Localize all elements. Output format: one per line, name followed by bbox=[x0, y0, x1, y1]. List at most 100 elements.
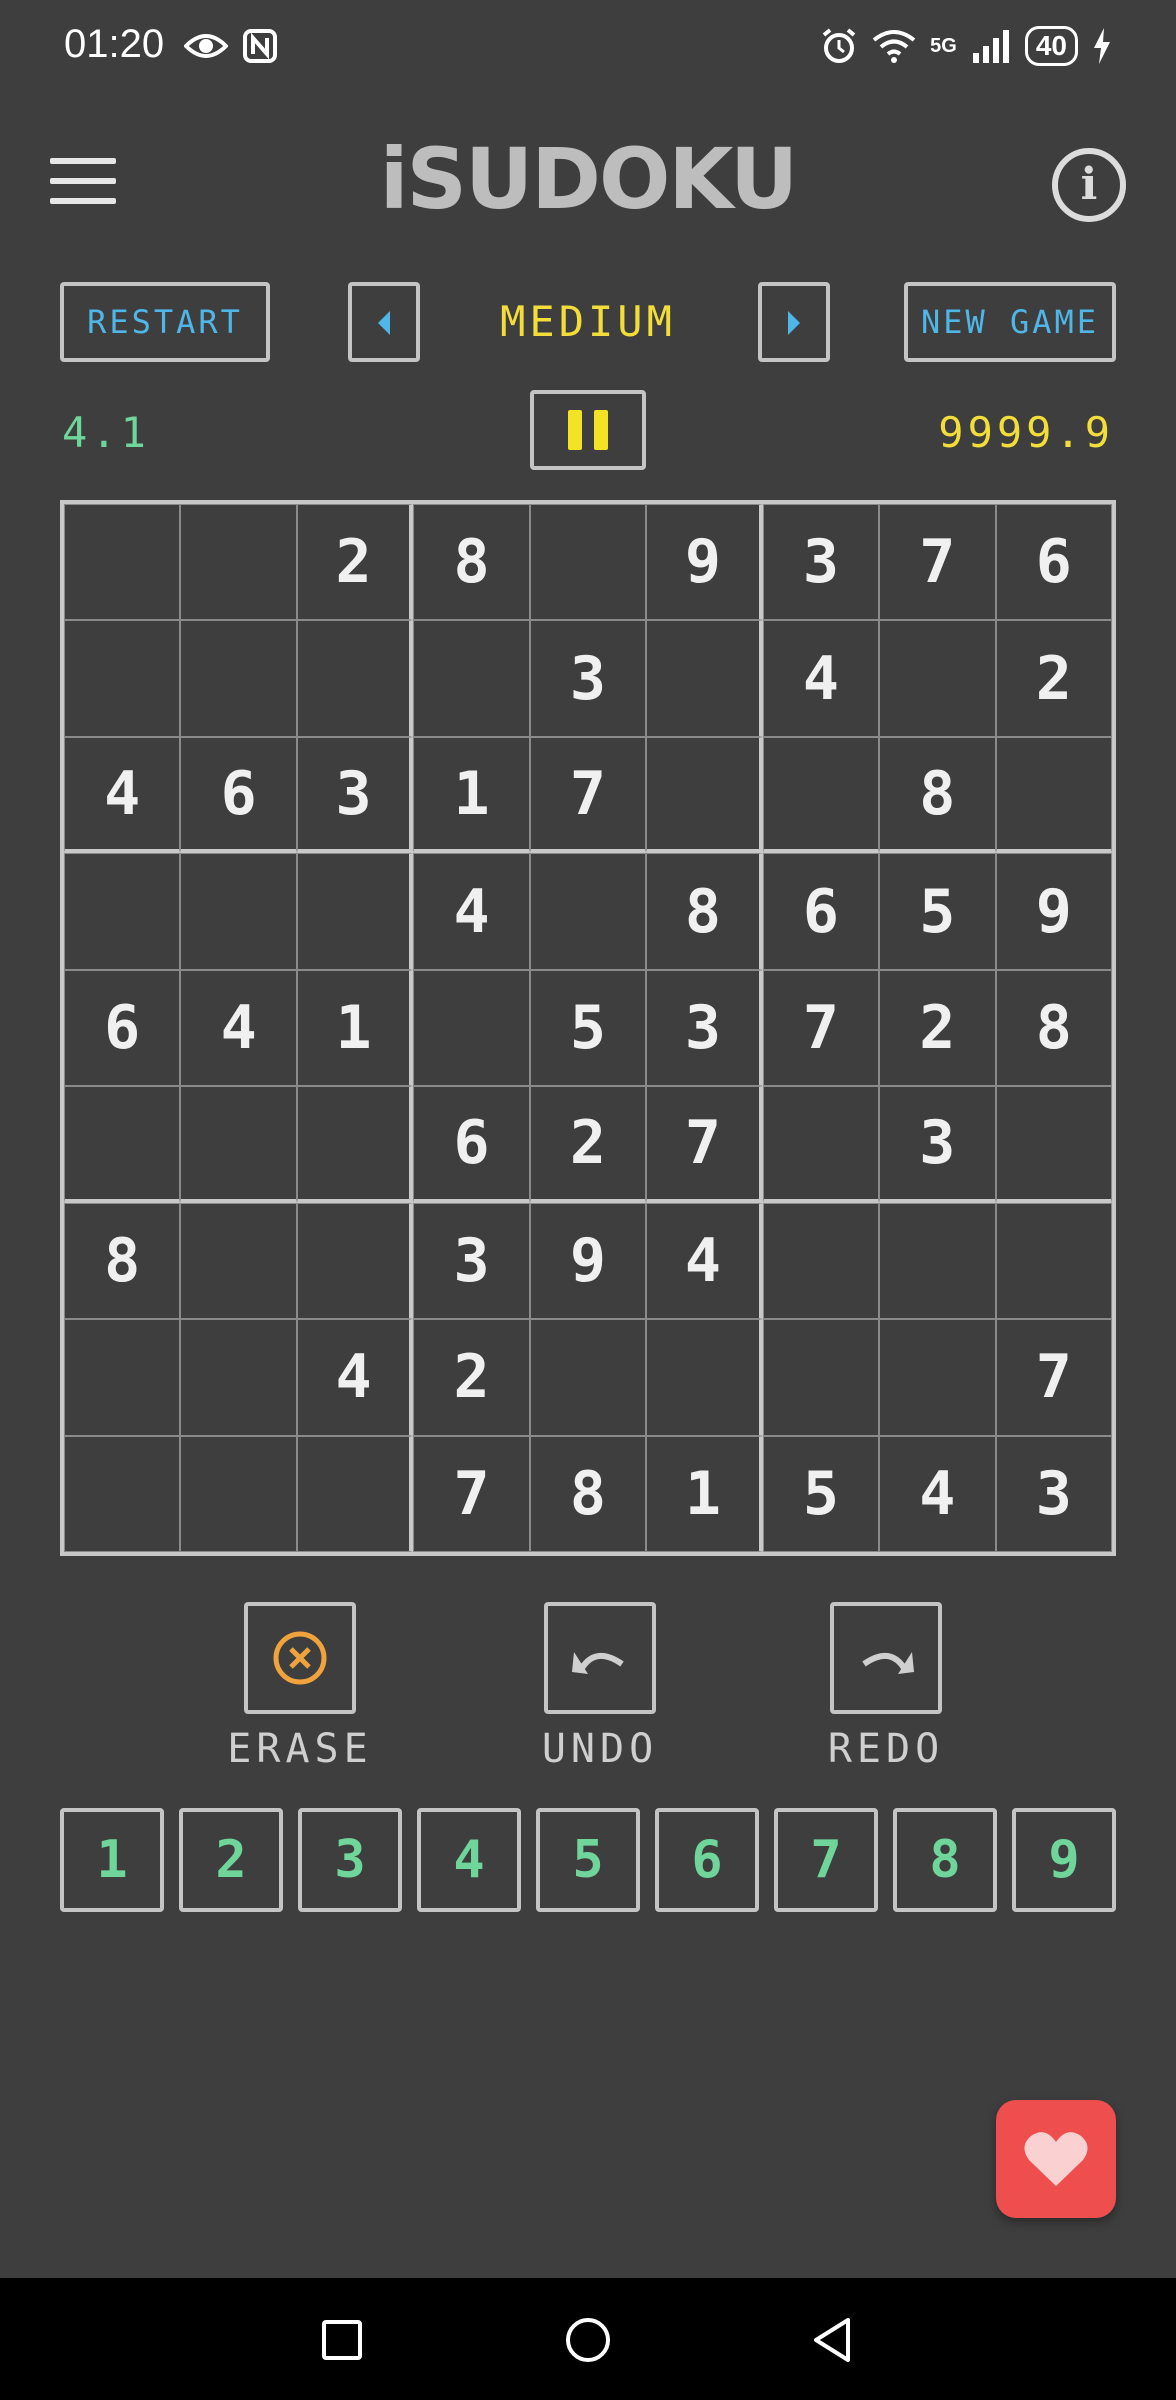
board-cell[interactable] bbox=[762, 1319, 880, 1436]
board-cell[interactable]: 6 bbox=[180, 736, 297, 854]
board-cell[interactable]: 3 bbox=[413, 1202, 530, 1320]
erase-button[interactable] bbox=[244, 1602, 356, 1714]
board-cell[interactable] bbox=[64, 1086, 181, 1203]
board-cell[interactable]: 4 bbox=[413, 853, 530, 970]
board-cell[interactable]: 3 bbox=[529, 620, 647, 737]
board-cell[interactable] bbox=[646, 620, 763, 737]
board-cell[interactable] bbox=[646, 1319, 763, 1436]
board-cell[interactable]: 4 bbox=[646, 1202, 763, 1320]
board-cell[interactable] bbox=[646, 736, 763, 854]
board-cell[interactable]: 9 bbox=[529, 1202, 647, 1320]
board-cell[interactable]: 6 bbox=[413, 1086, 530, 1203]
board-cell[interactable] bbox=[296, 853, 414, 970]
board-cell[interactable] bbox=[64, 1319, 181, 1436]
board-cell[interactable] bbox=[64, 853, 181, 970]
new-game-button[interactable]: NEW GAME bbox=[904, 282, 1116, 362]
board-cell[interactable] bbox=[413, 620, 530, 737]
number-key[interactable]: 5 bbox=[536, 1808, 640, 1912]
board-cell[interactable] bbox=[64, 1435, 181, 1552]
board-cell[interactable]: 8 bbox=[879, 736, 996, 854]
board-cell[interactable] bbox=[529, 1319, 647, 1436]
board-cell[interactable]: 2 bbox=[995, 620, 1112, 737]
board-cell[interactable]: 7 bbox=[879, 504, 996, 621]
board-cell[interactable]: 7 bbox=[413, 1435, 530, 1552]
board-cell[interactable]: 5 bbox=[762, 1435, 880, 1552]
number-key[interactable]: 2 bbox=[179, 1808, 283, 1912]
board-cell[interactable]: 4 bbox=[879, 1435, 996, 1552]
board-cell[interactable]: 6 bbox=[64, 969, 181, 1087]
number-key[interactable]: 4 bbox=[417, 1808, 521, 1912]
board-cell[interactable]: 2 bbox=[879, 969, 996, 1087]
board-cell[interactable]: 3 bbox=[296, 736, 414, 854]
number-key[interactable]: 8 bbox=[893, 1808, 997, 1912]
board-cell[interactable] bbox=[995, 1202, 1112, 1320]
board-cell[interactable]: 3 bbox=[995, 1435, 1112, 1552]
board-cell[interactable]: 5 bbox=[529, 969, 647, 1087]
board-cell[interactable] bbox=[529, 504, 647, 621]
board-cell[interactable]: 2 bbox=[529, 1086, 647, 1203]
board-cell[interactable]: 2 bbox=[296, 504, 414, 621]
board-cell[interactable]: 6 bbox=[762, 853, 880, 970]
board-cell[interactable] bbox=[762, 1086, 880, 1203]
board-cell[interactable] bbox=[180, 1202, 297, 1320]
board-cell[interactable]: 3 bbox=[646, 969, 763, 1087]
board-cell[interactable]: 7 bbox=[529, 736, 647, 854]
board-cell[interactable]: 7 bbox=[646, 1086, 763, 1203]
board-cell[interactable]: 5 bbox=[879, 853, 996, 970]
pause-button[interactable] bbox=[530, 390, 646, 470]
board-cell[interactable]: 4 bbox=[64, 736, 181, 854]
info-icon[interactable]: i bbox=[1052, 148, 1126, 222]
board-cell[interactable]: 7 bbox=[995, 1319, 1112, 1436]
next-difficulty-button[interactable] bbox=[758, 282, 830, 362]
board-cell[interactable]: 1 bbox=[646, 1435, 763, 1552]
board-cell[interactable]: 8 bbox=[413, 504, 530, 621]
board-cell[interactable]: 3 bbox=[879, 1086, 996, 1203]
board-cell[interactable]: 1 bbox=[413, 736, 530, 854]
board-cell[interactable] bbox=[180, 504, 297, 621]
board-cell[interactable]: 8 bbox=[646, 853, 763, 970]
board-cell[interactable] bbox=[995, 736, 1112, 854]
board-cell[interactable]: 9 bbox=[995, 853, 1112, 970]
board-cell[interactable] bbox=[879, 1202, 996, 1320]
board-cell[interactable] bbox=[180, 1435, 297, 1552]
home-circle-icon[interactable] bbox=[564, 2316, 612, 2364]
board-cell[interactable] bbox=[296, 1435, 414, 1552]
board-cell[interactable]: 4 bbox=[180, 969, 297, 1087]
restart-button[interactable]: RESTART bbox=[60, 282, 270, 362]
board-cell[interactable] bbox=[64, 620, 181, 737]
board-cell[interactable]: 3 bbox=[762, 504, 880, 621]
redo-button[interactable] bbox=[830, 1602, 942, 1714]
back-triangle-icon[interactable] bbox=[808, 2316, 856, 2364]
board-cell[interactable] bbox=[995, 1086, 1112, 1203]
board-cell[interactable] bbox=[296, 1086, 414, 1203]
board-cell[interactable]: 8 bbox=[529, 1435, 647, 1552]
board-cell[interactable] bbox=[64, 504, 181, 621]
undo-button[interactable] bbox=[544, 1602, 656, 1714]
board-cell[interactable] bbox=[413, 969, 530, 1087]
board-cell[interactable] bbox=[180, 1319, 297, 1436]
number-key[interactable]: 6 bbox=[655, 1808, 759, 1912]
board-cell[interactable] bbox=[762, 1202, 880, 1320]
board-cell[interactable] bbox=[180, 853, 297, 970]
board-cell[interactable]: 1 bbox=[296, 969, 414, 1087]
previous-difficulty-button[interactable] bbox=[348, 282, 420, 362]
number-key[interactable]: 3 bbox=[298, 1808, 402, 1912]
number-key[interactable]: 7 bbox=[774, 1808, 878, 1912]
board-cell[interactable] bbox=[879, 1319, 996, 1436]
board-cell[interactable]: 2 bbox=[413, 1319, 530, 1436]
recents-square-icon[interactable] bbox=[318, 2316, 366, 2364]
board-cell[interactable]: 4 bbox=[762, 620, 880, 737]
board-cell[interactable] bbox=[529, 853, 647, 970]
favorite-button[interactable] bbox=[996, 2100, 1116, 2218]
board-cell[interactable]: 4 bbox=[296, 1319, 414, 1436]
board-cell[interactable] bbox=[762, 736, 880, 854]
number-key[interactable]: 9 bbox=[1012, 1808, 1116, 1912]
board-cell[interactable]: 9 bbox=[646, 504, 763, 621]
board-cell[interactable] bbox=[296, 1202, 414, 1320]
board-cell[interactable]: 7 bbox=[762, 969, 880, 1087]
board-cell[interactable] bbox=[879, 620, 996, 737]
board-cell[interactable]: 6 bbox=[995, 504, 1112, 621]
board-cell[interactable] bbox=[180, 1086, 297, 1203]
number-key[interactable]: 1 bbox=[60, 1808, 164, 1912]
board-cell[interactable]: 8 bbox=[995, 969, 1112, 1087]
